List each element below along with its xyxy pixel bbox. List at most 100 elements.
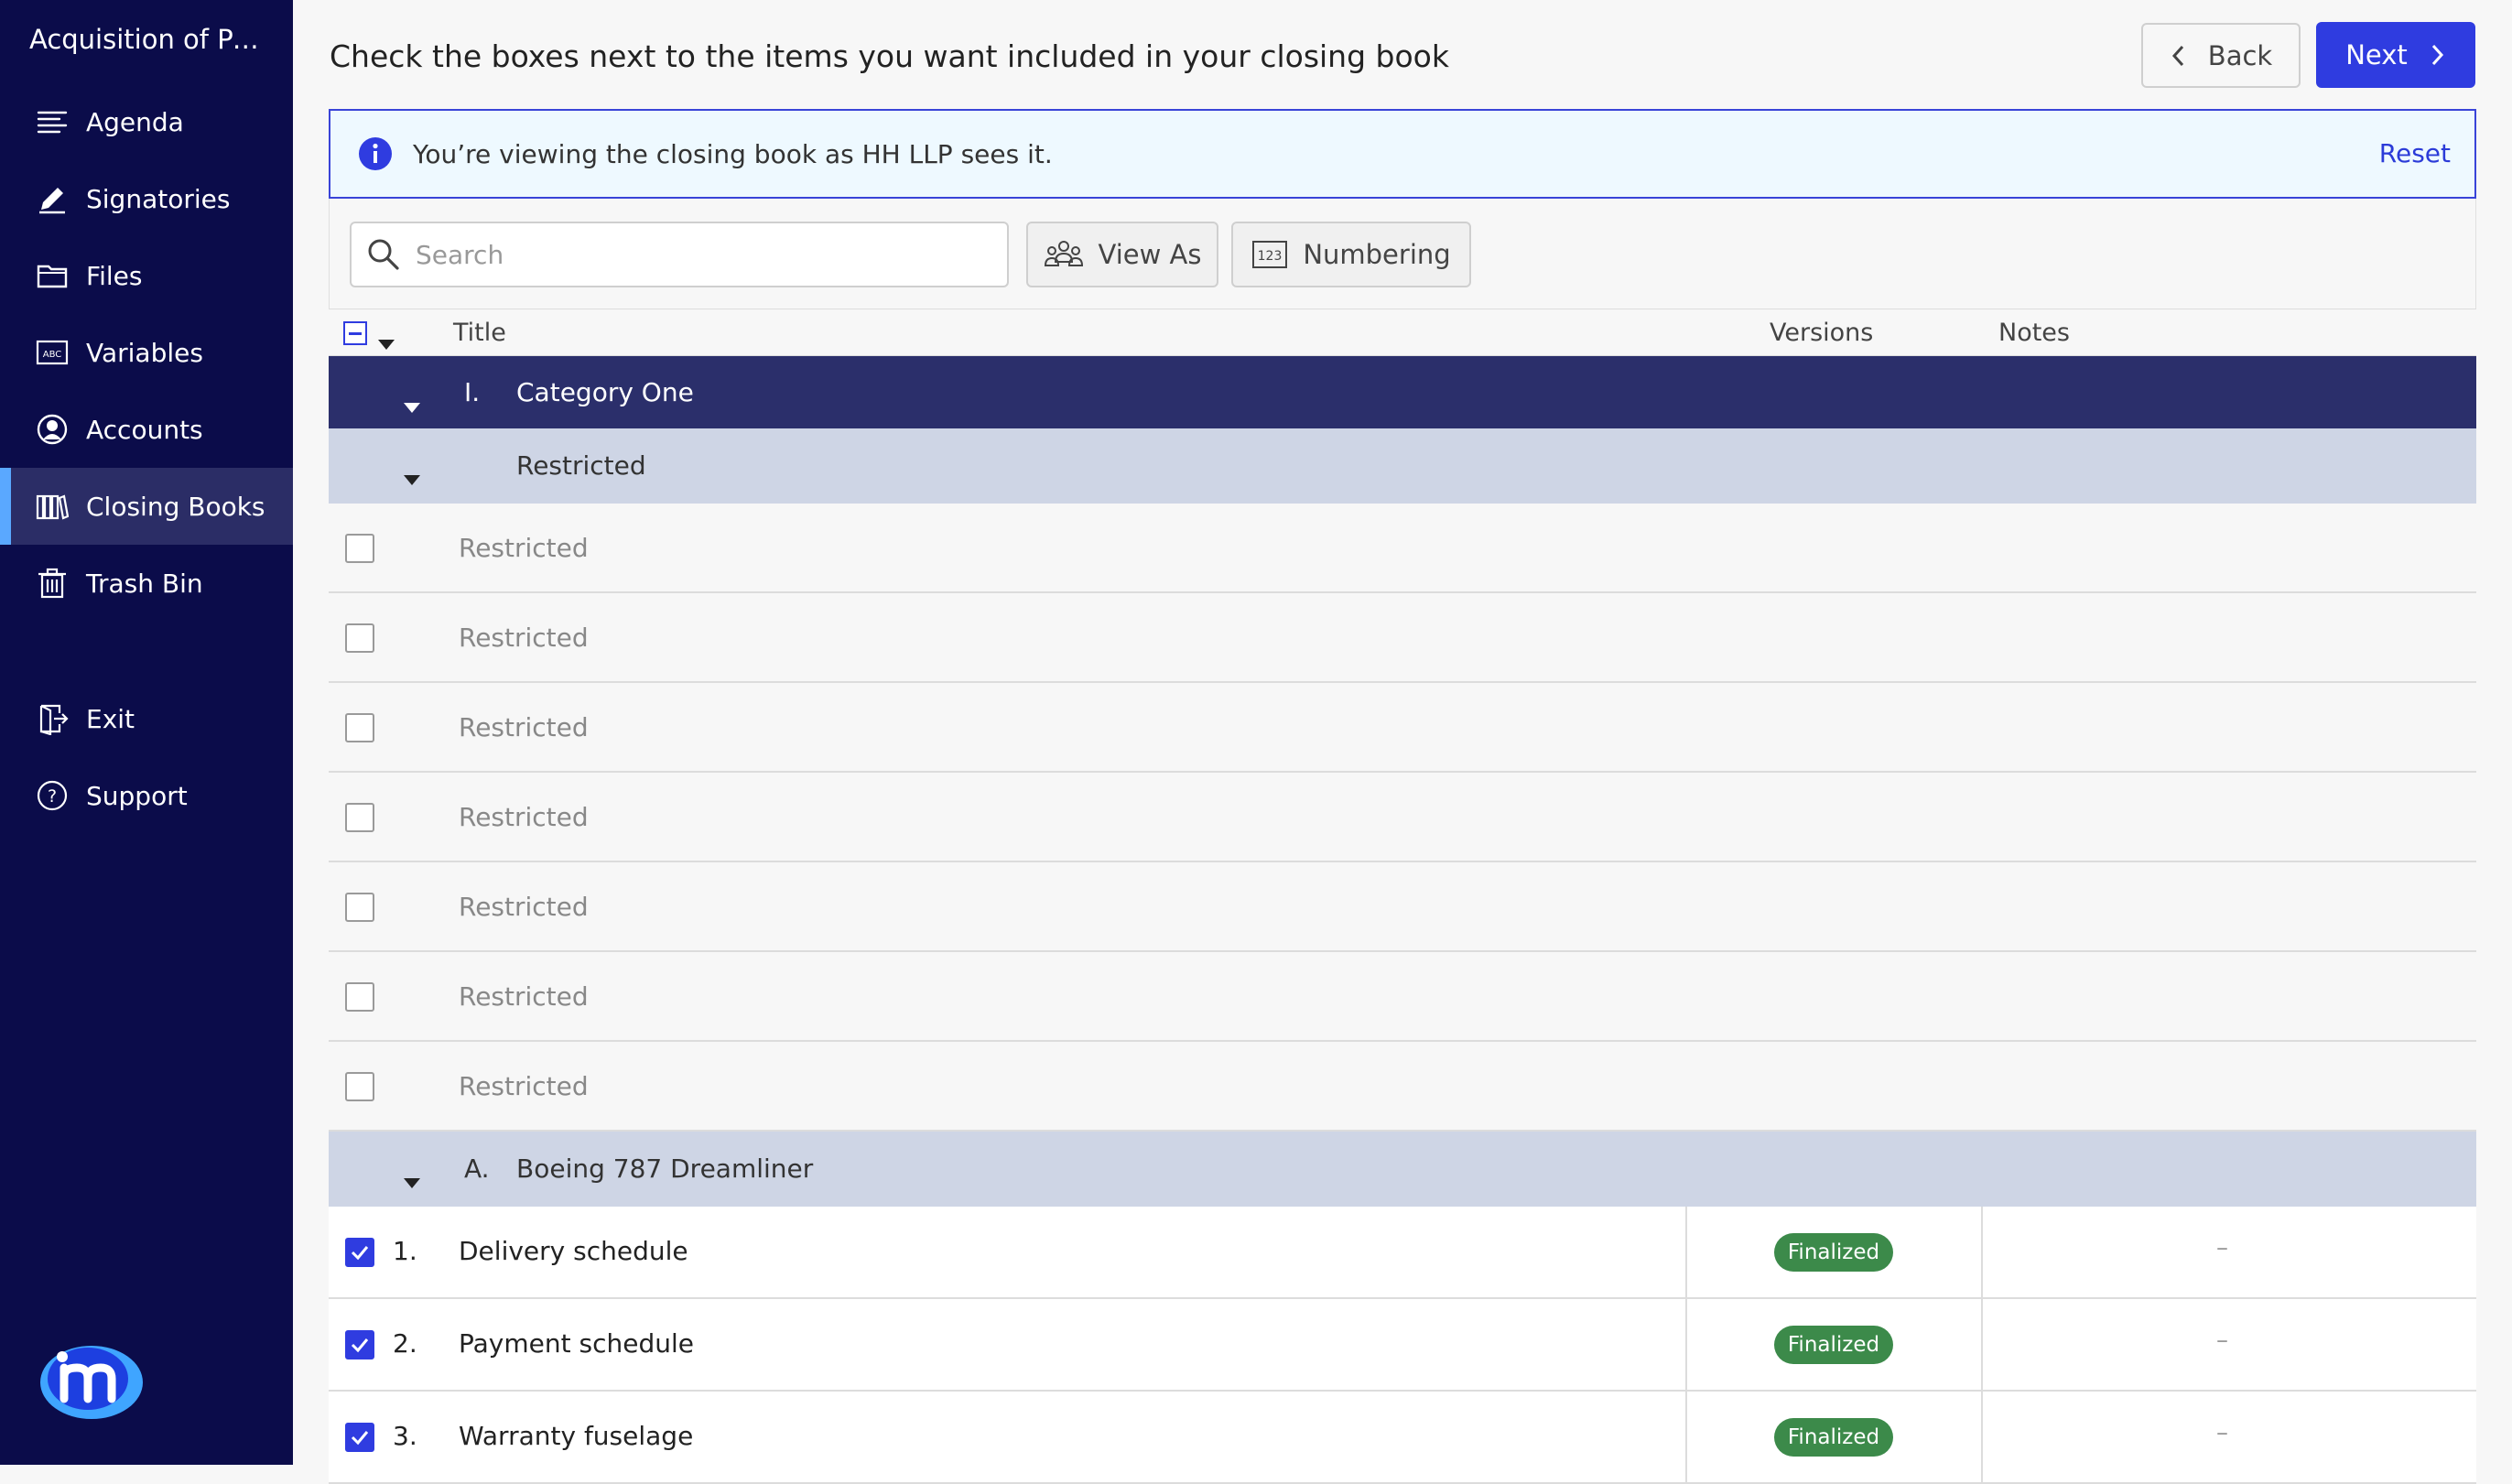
sidebar-item-label: Closing Books <box>86 491 265 522</box>
sidebar-item-label: Trash Bin <box>86 568 203 599</box>
restricted-row[interactable]: Restricted <box>329 952 2476 1042</box>
table-header: Title Versions Notes <box>329 309 2476 356</box>
row-checkbox[interactable] <box>345 982 374 1012</box>
sidebar-item-exit[interactable]: Exit <box>0 680 293 757</box>
view-as-button[interactable]: View As <box>1026 222 1218 287</box>
search-icon <box>368 239 399 270</box>
main-content: Check the boxes next to the items you wa… <box>293 0 2512 1484</box>
caret-down-icon <box>404 403 420 413</box>
user-circle-icon <box>35 412 70 447</box>
sidebar-item-signatories[interactable]: Signatories <box>0 160 293 237</box>
row-number: 3. <box>393 1421 417 1451</box>
select-all-checkbox[interactable] <box>343 321 367 345</box>
row-checkbox[interactable] <box>345 1330 374 1359</box>
sidebar-item-label: Files <box>86 260 143 291</box>
info-banner: You’re viewing the closing book as HH LL… <box>329 109 2476 199</box>
row-checkbox[interactable] <box>345 1072 374 1101</box>
table-row[interactable]: 1. Delivery schedule Finalized – <box>329 1207 2476 1299</box>
notes-value: – <box>2216 1327 2228 1354</box>
table-row[interactable]: 3. Warranty fuselage Finalized – <box>329 1392 2476 1484</box>
column-notes: Notes <box>1998 319 2070 347</box>
next-button[interactable]: Next <box>2316 22 2475 88</box>
collapse-toggle[interactable] <box>404 461 420 492</box>
checkmark-icon <box>351 1431 369 1446</box>
row-checkbox[interactable] <box>345 893 374 922</box>
status-badge: Finalized <box>1774 1326 1893 1364</box>
numbering-label: Numbering <box>1303 239 1451 270</box>
column-divider <box>1981 1207 1983 1297</box>
back-button[interactable]: Back <box>2141 23 2301 88</box>
caret-down-icon <box>404 475 420 485</box>
view-as-label: View As <box>1098 239 1202 270</box>
trash-icon <box>35 566 70 601</box>
row-title[interactable]: Payment schedule <box>459 1328 694 1359</box>
app-title[interactable]: Acquisition of Pen... <box>29 24 272 55</box>
sidebar-item-files[interactable]: Files <box>0 237 293 314</box>
row-checkbox[interactable] <box>345 713 374 742</box>
search-box[interactable] <box>350 222 1009 287</box>
restricted-group-row[interactable]: Restricted <box>329 428 2476 504</box>
back-button-label: Back <box>2207 39 2273 71</box>
row-checkbox[interactable] <box>345 1423 374 1452</box>
restricted-row[interactable]: Restricted <box>329 773 2476 862</box>
row-title[interactable]: Warranty fuselage <box>459 1421 693 1451</box>
sidebar-item-trash-bin[interactable]: Trash Bin <box>0 545 293 622</box>
folder-icon <box>35 258 70 293</box>
sidebar-item-accounts[interactable]: Accounts <box>0 391 293 468</box>
restricted-row[interactable]: Restricted <box>329 683 2476 773</box>
column-divider <box>1685 1392 1687 1482</box>
restricted-row[interactable]: Restricted <box>329 504 2476 593</box>
subgroup-name: Boeing 787 Dreamliner <box>516 1154 814 1184</box>
sidebar-item-label: Accounts <box>86 414 203 445</box>
collapse-toggle[interactable] <box>404 1164 420 1195</box>
row-checkbox[interactable] <box>345 803 374 832</box>
row-title: Restricted <box>459 802 589 832</box>
banner-text: You’re viewing the closing book as HH LL… <box>413 138 1053 169</box>
question-icon: ? <box>35 778 70 813</box>
restricted-row[interactable]: Restricted <box>329 593 2476 683</box>
people-icon <box>1044 241 1083 266</box>
category-row[interactable]: I. Category One <box>329 356 2476 428</box>
numbering-button[interactable]: 123 Numbering <box>1231 222 1471 287</box>
m-logo[interactable] <box>37 1337 146 1424</box>
column-divider <box>1981 1392 1983 1482</box>
row-checkbox[interactable] <box>345 1238 374 1267</box>
numbering-icon: 123 <box>1252 241 1288 268</box>
sidebar-item-label: Exit <box>86 703 135 734</box>
select-menu-caret[interactable] <box>378 328 395 356</box>
table-row[interactable]: 2. Payment schedule Finalized – <box>329 1299 2476 1392</box>
category-name: Category One <box>516 377 694 407</box>
caret-down-icon <box>378 340 395 350</box>
category-number: I. <box>464 377 481 407</box>
caret-down-icon <box>404 1178 420 1188</box>
sidebar-item-label: Agenda <box>86 106 184 137</box>
reset-link[interactable]: Reset <box>2379 138 2451 168</box>
row-number: 2. <box>393 1328 417 1359</box>
collapse-toggle[interactable] <box>404 389 420 419</box>
chevron-left-icon <box>2171 45 2183 66</box>
notes-value: – <box>2216 1234 2228 1262</box>
chevron-right-icon <box>2431 44 2443 66</box>
restricted-row[interactable]: Restricted <box>329 1042 2476 1132</box>
checkmark-icon <box>351 1246 369 1261</box>
row-checkbox[interactable] <box>345 623 374 653</box>
column-title: Title <box>453 319 506 347</box>
row-title: Restricted <box>459 1071 589 1101</box>
row-title: Restricted <box>459 892 589 922</box>
svg-text:123: 123 <box>1258 249 1283 264</box>
sidebar-item-agenda[interactable]: Agenda <box>0 83 293 160</box>
restricted-row[interactable]: Restricted <box>329 862 2476 952</box>
row-title[interactable]: Delivery schedule <box>459 1236 688 1266</box>
column-divider <box>1685 1207 1687 1297</box>
notes-value: – <box>2216 1419 2228 1446</box>
sidebar-item-label: Signatories <box>86 183 231 214</box>
sidebar-item-support[interactable]: ? Support <box>0 757 293 834</box>
subgroup-row[interactable]: A. Boeing 787 Dreamliner <box>329 1132 2476 1207</box>
sidebar-item-variables[interactable]: ABC Variables <box>0 314 293 391</box>
info-icon <box>359 137 392 170</box>
search-input[interactable] <box>414 238 963 271</box>
row-checkbox[interactable] <box>345 534 374 563</box>
status-badge: Finalized <box>1774 1233 1893 1272</box>
books-icon <box>35 489 70 524</box>
sidebar-item-closing-books[interactable]: Closing Books <box>0 468 293 545</box>
